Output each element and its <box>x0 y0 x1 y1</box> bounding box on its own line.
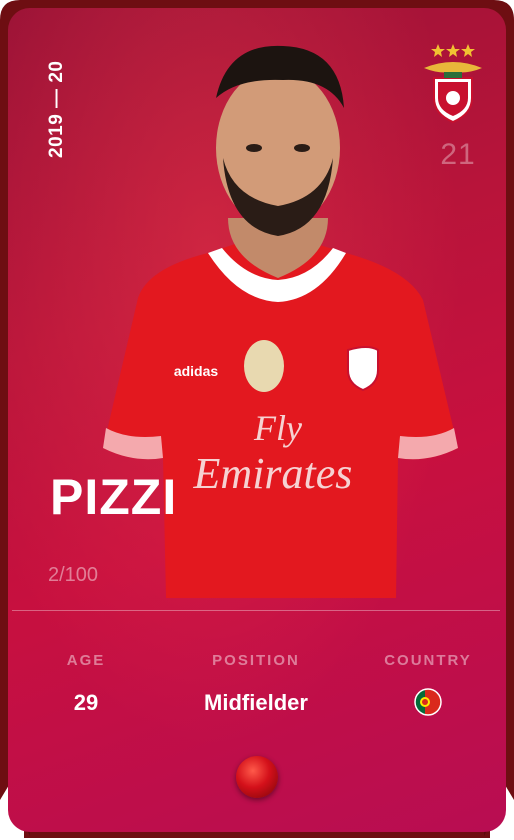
player-card[interactable]: 2019 — 20 21 Fly Emirates adidas PIZZI 2… <box>8 8 506 832</box>
position-value: Midfielder <box>204 690 308 715</box>
red-gem-icon <box>236 756 278 798</box>
age-value: 29 <box>73 690 99 715</box>
svg-text:Emirates: Emirates <box>193 449 353 498</box>
season-label: 2019 — 20 <box>46 60 67 158</box>
svg-text:Fly: Fly <box>253 408 302 448</box>
portugal-flag-icon <box>414 688 442 716</box>
age-label: AGE <box>66 652 106 669</box>
player-card-frame: 2019 — 20 21 Fly Emirates adidas PIZZI 2… <box>0 0 514 840</box>
player-name: PIZZI <box>50 469 178 525</box>
country-label: COUNTRY <box>384 652 472 669</box>
serial-number: 2/100 <box>48 564 99 586</box>
svg-text:adidas: adidas <box>174 363 219 379</box>
divider <box>12 610 500 611</box>
position-label: POSITION <box>212 652 300 669</box>
